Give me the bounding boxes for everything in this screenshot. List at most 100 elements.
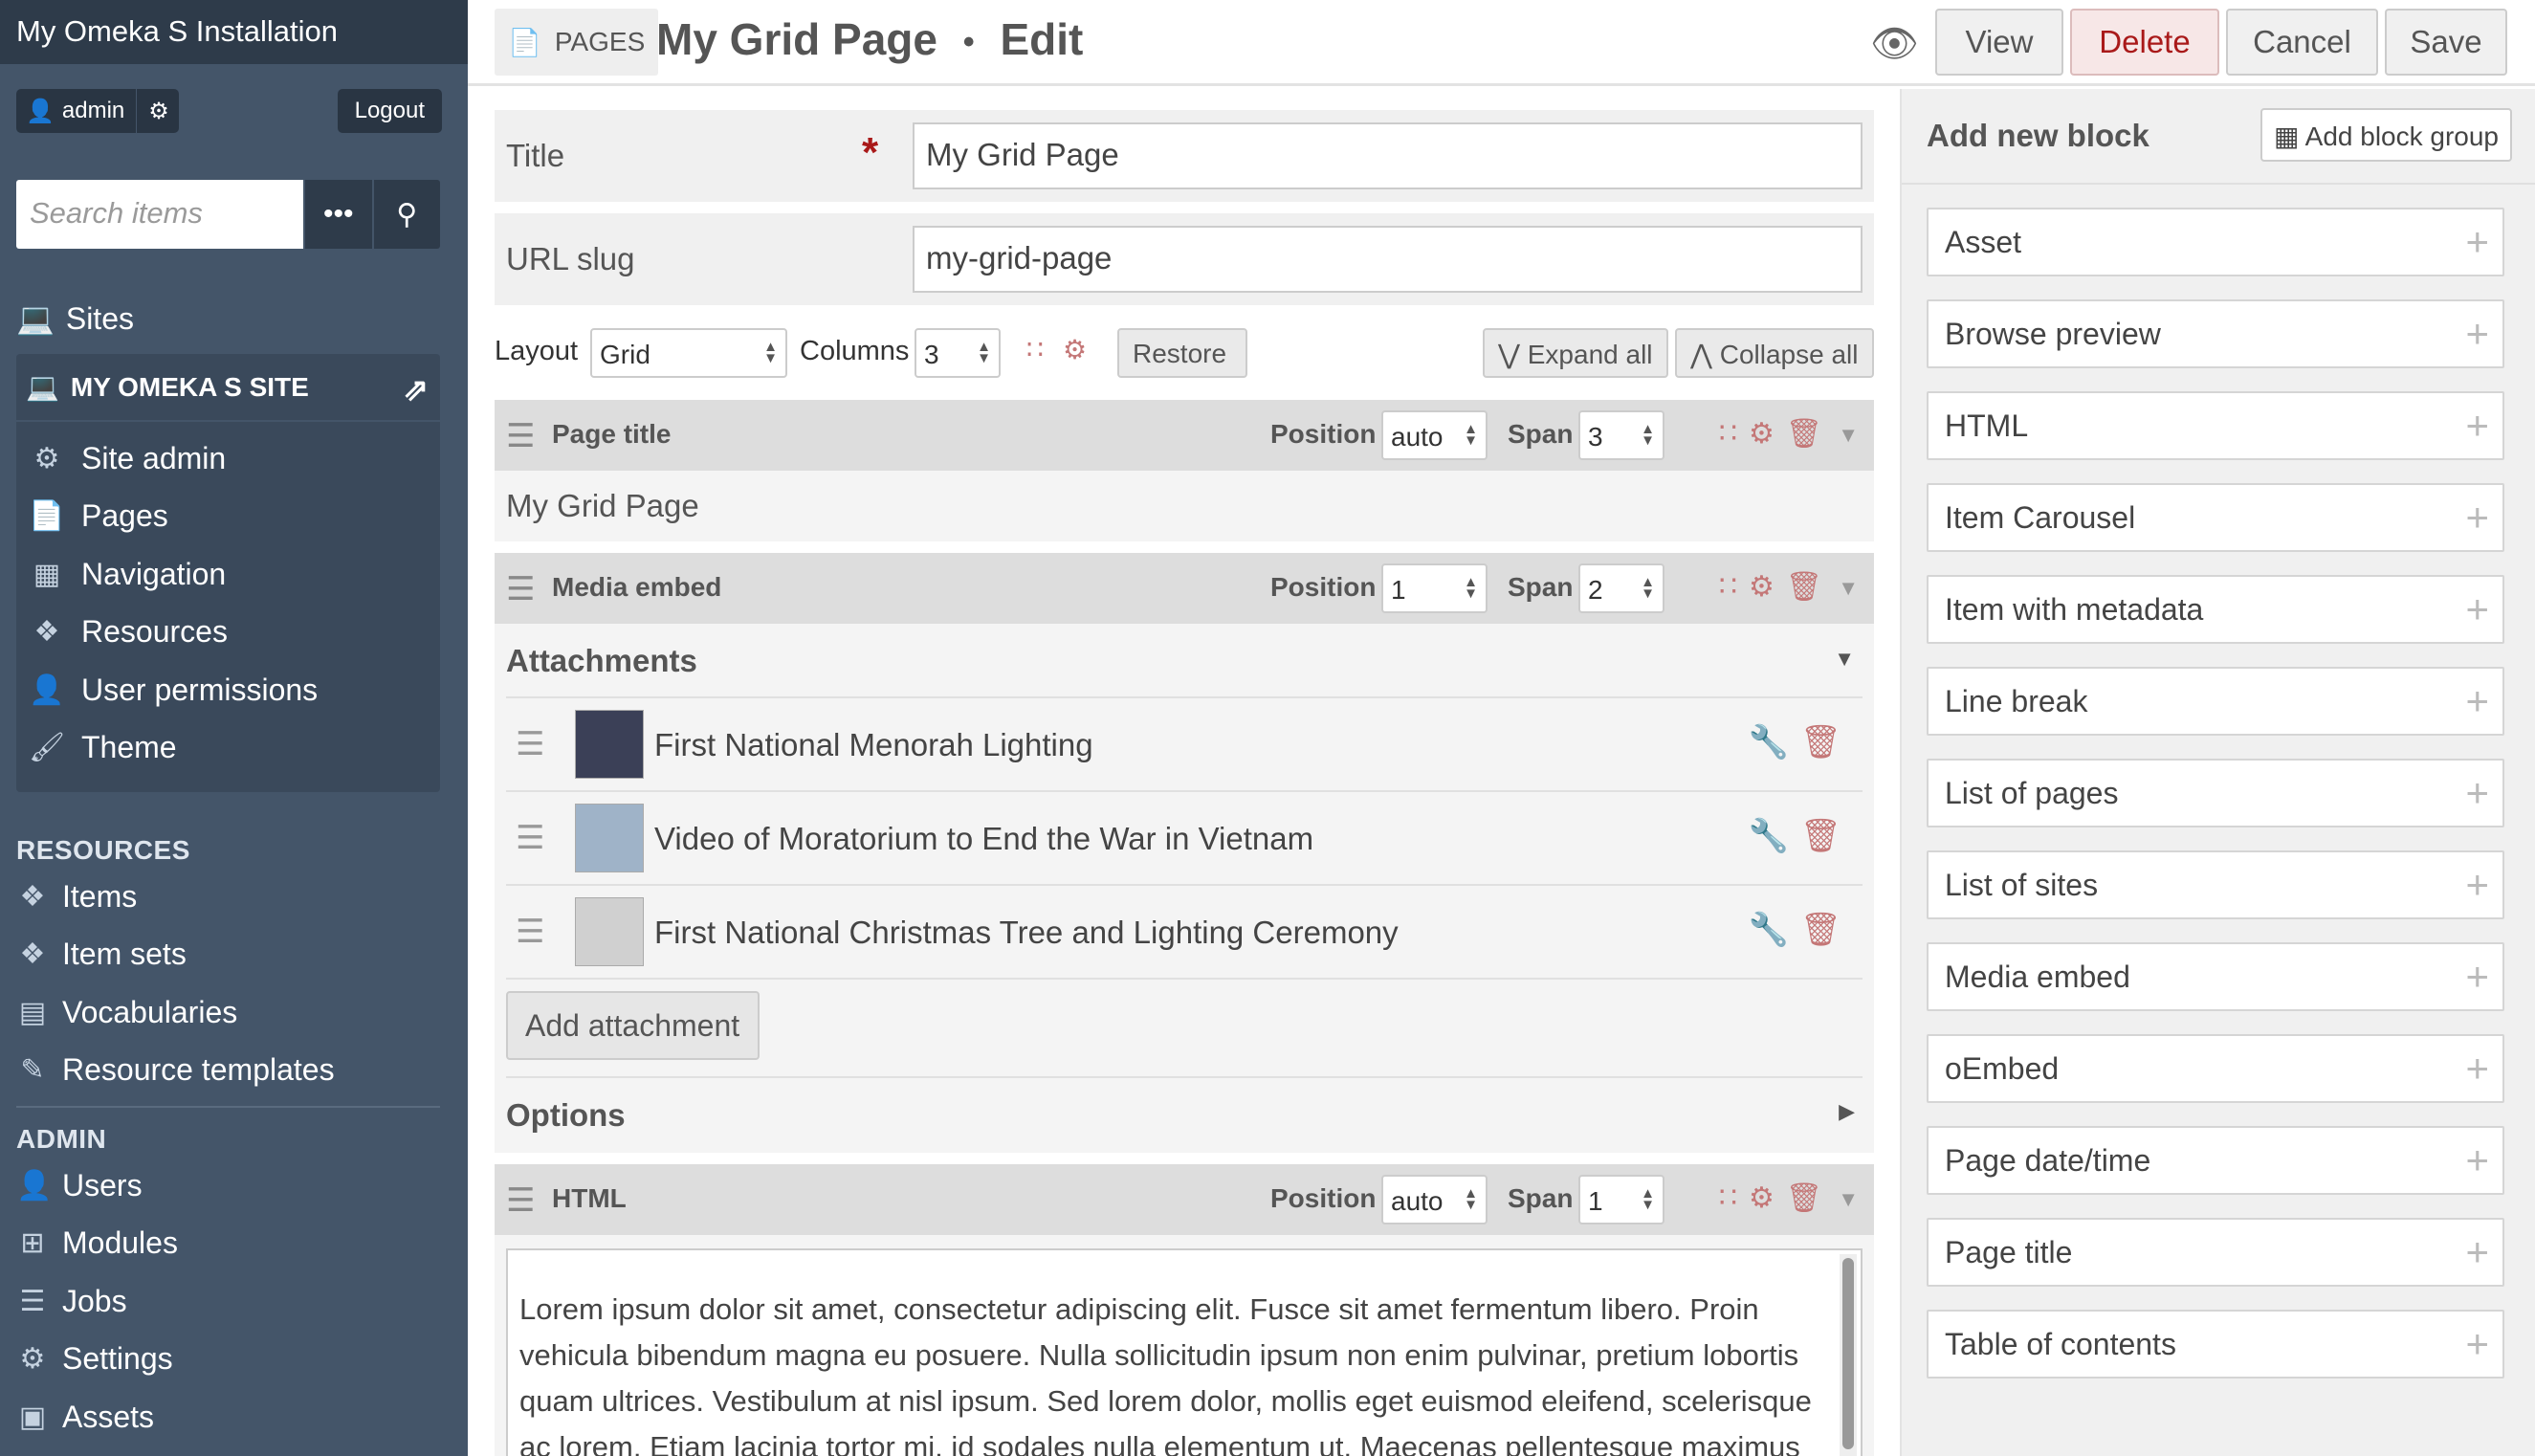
- cancel-button[interactable]: Cancel: [2226, 9, 2378, 76]
- nav-users[interactable]: 👤 Users: [16, 1157, 440, 1215]
- title-input[interactable]: My Grid Page: [913, 122, 1863, 189]
- attachment-row[interactable]: ☰ Video of Moratorium to End the War in …: [506, 790, 1863, 884]
- add-block-page-date-time[interactable]: Page date/time +: [1927, 1126, 2504, 1195]
- drag-handle-icon[interactable]: ☰: [506, 1181, 535, 1220]
- cogs-icon[interactable]: ⚙: [1749, 418, 1786, 450]
- view-button[interactable]: View: [1935, 9, 2063, 76]
- nav-vocabularies[interactable]: ▤ Vocabularies: [16, 983, 440, 1042]
- slug-input[interactable]: my-grid-page: [913, 226, 1863, 293]
- add-block-line-break[interactable]: Line break +: [1927, 667, 2504, 736]
- add-block-media-embed[interactable]: Media embed +: [1927, 942, 2504, 1011]
- add-block-oembed[interactable]: oEmbed +: [1927, 1034, 2504, 1103]
- position-select[interactable]: auto ▲ ▼: [1381, 1175, 1488, 1224]
- scrollbar[interactable]: [1840, 1254, 1857, 1456]
- add-block-group-label: Add block group: [2304, 121, 2499, 151]
- options-header[interactable]: Options ▶: [506, 1076, 1863, 1149]
- nav-assets[interactable]: ▣ Assets: [16, 1388, 440, 1446]
- trash-icon[interactable]: 🗑: [1786, 1182, 1834, 1214]
- search-input[interactable]: Search items: [16, 180, 303, 249]
- add-block-asset[interactable]: Asset +: [1927, 208, 2504, 276]
- drag-handle-icon[interactable]: ☰: [506, 417, 535, 455]
- cogs-icon[interactable]: ⚙: [1063, 334, 1087, 365]
- external-link-icon[interactable]: ⇗: [403, 371, 429, 408]
- expand-all-button[interactable]: ⋁ Expand all: [1483, 328, 1668, 378]
- wrench-icon[interactable]: 🔧: [1748, 818, 1799, 854]
- drag-handle-icon[interactable]: ☰: [516, 913, 544, 951]
- trash-icon[interactable]: 🗑: [1800, 724, 1853, 761]
- position-select[interactable]: auto ▲ ▼: [1381, 410, 1488, 460]
- span-select[interactable]: 3 ▲ ▼: [1578, 410, 1664, 460]
- nav-resource-templates[interactable]: ✎ Resource templates: [16, 1042, 440, 1100]
- block-header-html[interactable]: ☰ HTML Position auto ▲ ▼ Span 1 ▲ ▼ ∷⚙🗑 ▼: [495, 1164, 1874, 1235]
- drag-handle-icon[interactable]: ☰: [516, 819, 544, 857]
- wrench-icon[interactable]: 🔧: [1748, 912, 1799, 948]
- search-submit-icon[interactable]: ⚲: [371, 180, 440, 249]
- add-block-group-button[interactable]: ▦ Add block group: [2259, 108, 2512, 162]
- columns-select[interactable]: 3 ▲ ▼: [915, 328, 1001, 378]
- site-nav-user-permissions[interactable]: 👤 User permissions: [16, 661, 440, 719]
- trash-icon[interactable]: 🗑: [1786, 571, 1834, 603]
- attachment-row[interactable]: ☰ First National Menorah Lighting 🔧🗑: [506, 696, 1863, 790]
- position-select[interactable]: 1 ▲ ▼: [1381, 563, 1488, 613]
- nav-items[interactable]: ❖ Items: [16, 868, 440, 926]
- site-nav-theme[interactable]: 🖌 Theme: [16, 719, 440, 778]
- add-block-page-title[interactable]: Page title +: [1927, 1218, 2504, 1287]
- site-nav-pages[interactable]: 📄 Pages: [16, 488, 440, 546]
- layout-select[interactable]: Grid ▲ ▼: [590, 328, 787, 378]
- caret-down-icon[interactable]: ▼: [1838, 1187, 1859, 1212]
- scrollbar-thumb[interactable]: [1842, 1258, 1854, 1449]
- user-settings-gear-icon[interactable]: ⚙: [148, 98, 169, 125]
- add-block-browse-preview[interactable]: Browse preview +: [1927, 299, 2504, 368]
- eye-icon[interactable]: 👁: [1870, 21, 1919, 66]
- add-block-list-of-pages[interactable]: List of pages +: [1927, 759, 2504, 827]
- username-link[interactable]: admin: [62, 98, 124, 124]
- logout-button[interactable]: Logout: [337, 89, 442, 133]
- site-title[interactable]: 💻 MY OMEKA S SITE ⇗: [16, 354, 440, 422]
- attachment-row[interactable]: ☰ First National Christmas Tree and Ligh…: [506, 884, 1863, 978]
- breadcrumb-pages[interactable]: 📄 PAGES: [495, 9, 659, 76]
- add-block-table-of-contents[interactable]: Table of contents +: [1927, 1310, 2504, 1379]
- add-block-item-carousel[interactable]: Item Carousel +: [1927, 483, 2504, 552]
- nav-settings[interactable]: ⚙ Settings: [16, 1331, 440, 1389]
- restore-button[interactable]: Restore: [1117, 328, 1247, 378]
- grid-icon[interactable]: ∷: [1719, 571, 1749, 603]
- caret-down-icon[interactable]: ▼: [1838, 423, 1859, 448]
- span-select[interactable]: 2 ▲ ▼: [1578, 563, 1664, 613]
- collapse-all-button[interactable]: ⋀ Collapse all: [1675, 328, 1874, 378]
- installation-title[interactable]: My Omeka S Installation: [0, 0, 468, 64]
- save-button[interactable]: Save: [2385, 9, 2507, 76]
- drag-handle-icon[interactable]: ☰: [506, 570, 535, 608]
- caret-down-icon[interactable]: ▼: [1838, 576, 1859, 601]
- block-header-media-embed[interactable]: ☰ Media embed Position 1 ▲ ▼ Span 2 ▲ ▼ ∷⚙🗑 …: [495, 553, 1874, 624]
- html-editor[interactable]: Lorem ipsum dolor sit amet, consectetur …: [506, 1248, 1863, 1456]
- caret-down-icon[interactable]: ▼: [1834, 647, 1855, 672]
- nav-jobs[interactable]: ☰ Jobs: [16, 1272, 440, 1331]
- add-block-html[interactable]: HTML +: [1927, 391, 2504, 460]
- wrench-icon[interactable]: 🔧: [1748, 724, 1799, 761]
- cogs-icon[interactable]: ⚙: [1749, 571, 1786, 603]
- add-attachment-button[interactable]: Add attachment: [506, 991, 760, 1060]
- nav-item-sets[interactable]: ❖ Item sets: [16, 926, 440, 984]
- grid-icon[interactable]: ∷: [1026, 334, 1044, 365]
- span-select[interactable]: 1 ▲ ▼: [1578, 1175, 1664, 1224]
- search-options-ellipsis-icon[interactable]: •••: [303, 180, 372, 249]
- delete-button[interactable]: Delete: [2070, 9, 2219, 76]
- site-nav-navigation[interactable]: ▦ Navigation: [16, 545, 440, 604]
- nav-modules[interactable]: ⊞ Modules: [16, 1215, 440, 1273]
- attachments-header[interactable]: Attachments ▼: [495, 624, 1874, 696]
- site-nav-resources[interactable]: ❖ Resources: [16, 604, 440, 662]
- cogs-icon[interactable]: ⚙: [1749, 1182, 1786, 1214]
- layout-toolbar: Layout Grid ▲ ▼ Columns 3 ▲ ▼ ∷ ⚙ Restore ⋁ …: [495, 324, 1874, 382]
- drag-handle-icon[interactable]: ☰: [516, 725, 544, 763]
- trash-icon[interactable]: 🗑: [1786, 418, 1834, 450]
- caret-right-icon[interactable]: ▶: [1839, 1099, 1855, 1124]
- add-block-list-of-sites[interactable]: List of sites +: [1927, 850, 2504, 919]
- block-header-page-title[interactable]: ☰ Page title Position auto ▲ ▼ Span 3 ▲ ▼ ∷⚙…: [495, 400, 1874, 471]
- trash-icon[interactable]: 🗑: [1800, 912, 1853, 948]
- sites-nav-link[interactable]: 💻 Sites: [16, 300, 134, 337]
- add-block-item-with-metadata[interactable]: Item with metadata +: [1927, 575, 2504, 644]
- site-nav-site-admin[interactable]: ⚙ Site admin: [16, 430, 440, 488]
- grid-icon[interactable]: ∷: [1719, 418, 1749, 450]
- trash-icon[interactable]: 🗑: [1800, 818, 1853, 854]
- grid-icon[interactable]: ∷: [1719, 1182, 1749, 1214]
